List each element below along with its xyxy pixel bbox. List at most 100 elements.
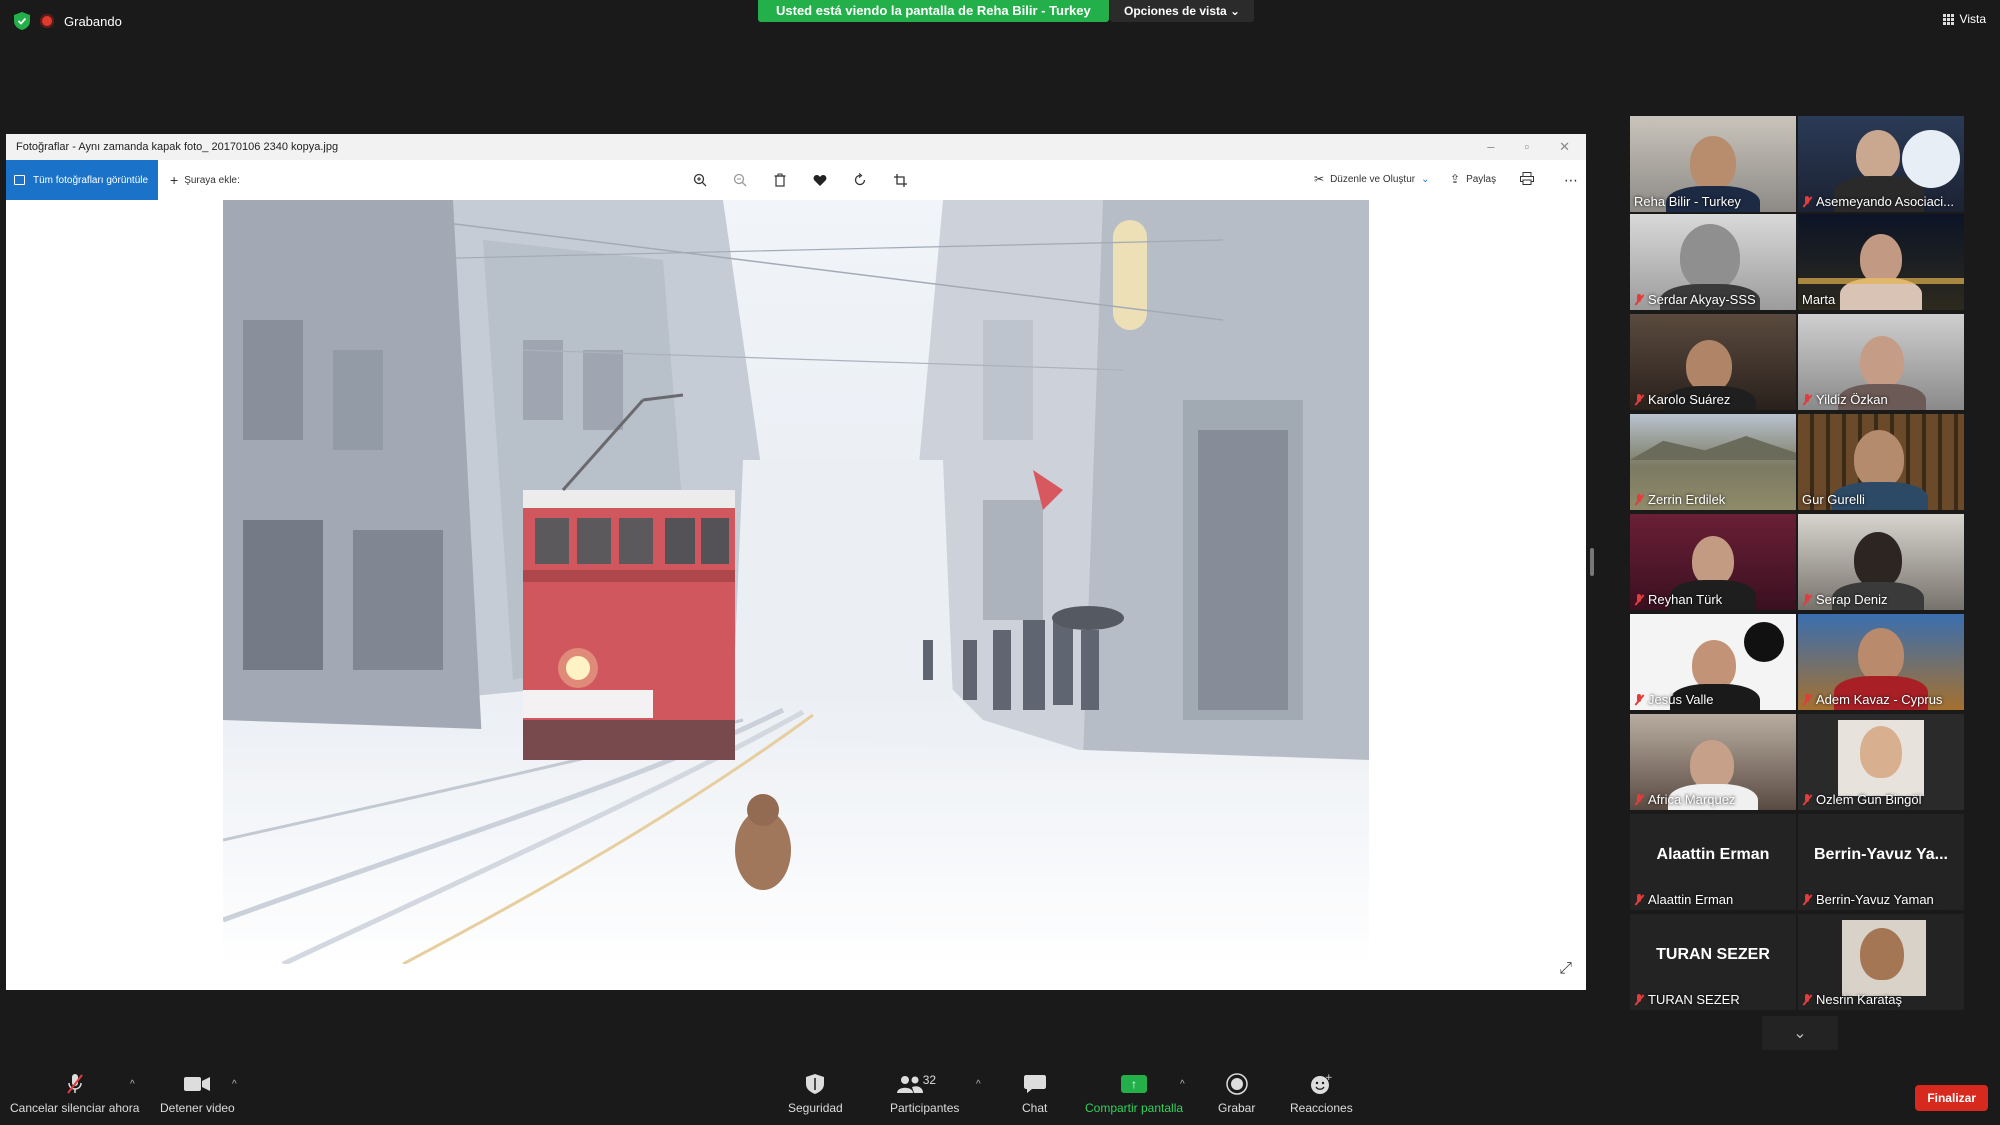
participant-tile[interactable]: Reha Bilir - Turkey	[1630, 116, 1796, 212]
minimize-icon[interactable]: –	[1487, 134, 1494, 160]
muted-mic-icon	[1802, 993, 1812, 1006]
muted-mic-icon	[1802, 393, 1812, 406]
participant-tile[interactable]: Gur Gurelli	[1798, 414, 1964, 510]
chat-bubble-icon	[1023, 1073, 1046, 1095]
participant-tile[interactable]: Adem Kavaz - Cyprus	[1798, 614, 1964, 710]
window-title: Fotoğraflar - Aynı zamanda kapak foto_ 2…	[16, 141, 339, 153]
chat-label: Chat	[1022, 1101, 1048, 1115]
participant-name: Ozlem Gun Bingöl	[1802, 792, 1922, 807]
share-photo-button[interactable]: ⇪ Paylaş	[1450, 172, 1496, 186]
participant-name: Alaattin Erman	[1634, 892, 1733, 907]
unmute-label: Cancelar silenciar ahora	[10, 1101, 140, 1115]
view-options-label: Opciones de vista	[1124, 4, 1227, 18]
more-options-icon[interactable]: ⋯	[1564, 172, 1578, 189]
recording-label: Grabando	[64, 13, 122, 29]
participant-display-name: Alaattin Erman	[1656, 846, 1770, 863]
reactions-smiley-icon: +	[1310, 1073, 1332, 1095]
rotate-icon[interactable]	[850, 170, 870, 190]
photos-icon	[14, 175, 25, 185]
share-label: Paylaş	[1466, 173, 1497, 185]
maximize-icon[interactable]: ▫	[1524, 134, 1529, 160]
participant-name: Gur Gurelli	[1802, 492, 1865, 507]
participant-tile[interactable]: Karolo Suárez	[1630, 314, 1796, 410]
participant-tile-active-speaker[interactable]: Marta	[1798, 214, 1964, 310]
more-participants-button[interactable]: ⌄	[1762, 1016, 1838, 1050]
zoom-out-icon[interactable]	[730, 170, 750, 190]
participants-button[interactable]: 32 Participantes	[890, 1073, 959, 1115]
participants-options-caret-icon[interactable]: ^	[976, 1079, 981, 1090]
print-icon[interactable]	[1520, 172, 1534, 185]
plus-icon: +	[170, 172, 179, 188]
zoom-in-icon[interactable]	[690, 170, 710, 190]
participant-tile[interactable]: Berrin-Yavuz Ya... Berrin-Yavuz Yaman	[1798, 814, 1964, 910]
muted-mic-icon	[1634, 693, 1644, 706]
share-icon: ⇪	[1450, 172, 1461, 186]
share-screen-button[interactable]: ↑ Compartir pantalla	[1085, 1073, 1183, 1115]
shared-photos-window: Fotoğraflar - Aynı zamanda kapak foto_ 2…	[6, 134, 1586, 990]
view-button[interactable]: Vista	[1942, 12, 1986, 26]
unmute-button[interactable]: Cancelar silenciar ahora	[10, 1073, 139, 1115]
fullscreen-expand-icon[interactable]: ⤢	[1559, 960, 1572, 978]
svg-text:+: +	[1325, 1073, 1332, 1083]
snowy-istanbul-tram-photo	[223, 200, 1369, 964]
participant-tile[interactable]: Africa Marquez	[1630, 714, 1796, 810]
participant-display-name: Berrin-Yavuz Ya...	[1814, 846, 1948, 863]
video-camera-icon	[184, 1073, 211, 1095]
muted-mic-icon	[1802, 793, 1812, 806]
record-button[interactable]: Grabar	[1218, 1073, 1255, 1115]
recording-indicator: Grabando	[14, 12, 122, 30]
participant-tile[interactable]: Reyhan Türk	[1630, 514, 1796, 610]
participant-name: Adem Kavaz - Cyprus	[1802, 692, 1942, 707]
participant-tile[interactable]: Yildiz Özkan	[1798, 314, 1964, 410]
crop-icon[interactable]	[890, 170, 910, 190]
add-to-label: Şuraya ekle:	[184, 174, 240, 186]
participant-tile[interactable]: Nesrin Karataş	[1798, 914, 1964, 1010]
share-screen-label: Compartir pantalla	[1085, 1101, 1184, 1115]
chevron-down-icon: ⌄	[1421, 173, 1430, 185]
all-photos-label: Tüm fotoğrafları görüntüle	[33, 174, 149, 186]
end-meeting-button[interactable]: Finalizar	[1915, 1085, 1988, 1111]
window-titlebar: Fotoğraflar - Aynı zamanda kapak foto_ 2…	[6, 134, 1586, 160]
participant-name: Reha Bilir - Turkey	[1634, 194, 1741, 209]
chat-button[interactable]: Chat	[1022, 1073, 1047, 1115]
reactions-button[interactable]: + Reacciones	[1290, 1073, 1353, 1115]
view-options-button[interactable]: Opciones de vista ⌄	[1110, 0, 1255, 22]
audio-options-caret-icon[interactable]: ^	[130, 1079, 135, 1090]
stop-video-label: Detener video	[160, 1101, 235, 1115]
trash-icon[interactable]	[770, 170, 790, 190]
security-button[interactable]: Seguridad	[788, 1073, 843, 1115]
share-screen-icon: ↑	[1121, 1073, 1148, 1095]
edit-create-button[interactable]: ✂ Düzenle ve Oluştur ⌄	[1314, 172, 1430, 186]
share-options-caret-icon[interactable]: ^	[1180, 1079, 1185, 1090]
participant-tile[interactable]: Ozlem Gun Bingöl	[1798, 714, 1964, 810]
muted-mic-icon	[1634, 993, 1644, 1006]
all-photos-button[interactable]: Tüm fotoğrafları görüntüle	[6, 160, 158, 200]
muted-mic-icon	[1634, 293, 1644, 306]
participant-name: Reyhan Türk	[1634, 592, 1722, 607]
muted-mic-icon	[1802, 693, 1812, 706]
security-label: Seguridad	[788, 1101, 843, 1115]
muted-mic-icon	[1634, 793, 1644, 806]
stop-video-button[interactable]: Detener video	[160, 1073, 235, 1115]
gallery-resize-handle[interactable]	[1590, 548, 1594, 576]
heart-icon[interactable]	[810, 170, 830, 190]
participant-name: Africa Marquez	[1634, 792, 1735, 807]
meeting-top-bar: Grabando Usted está viendo la pantalla d…	[0, 0, 2000, 42]
participant-tile[interactable]: Asemeyando Asociaci...	[1798, 116, 1964, 212]
participant-tile[interactable]: Zerrin Erdilek	[1630, 414, 1796, 510]
participant-tile[interactable]: Jesús Valle	[1630, 614, 1796, 710]
video-options-caret-icon[interactable]: ^	[232, 1079, 237, 1090]
chevron-down-icon: ⌄	[1230, 4, 1241, 18]
recording-dot-icon	[40, 14, 54, 28]
participant-tile[interactable]: Serdar Akyay-SSS	[1630, 214, 1796, 310]
chevron-down-icon: ⌄	[1793, 1025, 1807, 1042]
participants-icon: 32	[895, 1073, 955, 1095]
close-icon[interactable]: ✕	[1559, 134, 1570, 160]
participant-name: Karolo Suárez	[1634, 392, 1730, 407]
participant-tile[interactable]: Alaattin Erman Alaattin Erman	[1630, 814, 1796, 910]
participant-name: Serdar Akyay-SSS	[1634, 292, 1756, 307]
participant-tile[interactable]: TURAN SEZER TURAN SEZER	[1630, 914, 1796, 1010]
muted-mic-icon	[1634, 493, 1644, 506]
add-to-button[interactable]: + Şuraya ekle:	[170, 172, 240, 188]
participant-tile[interactable]: Serap Deniz	[1798, 514, 1964, 610]
